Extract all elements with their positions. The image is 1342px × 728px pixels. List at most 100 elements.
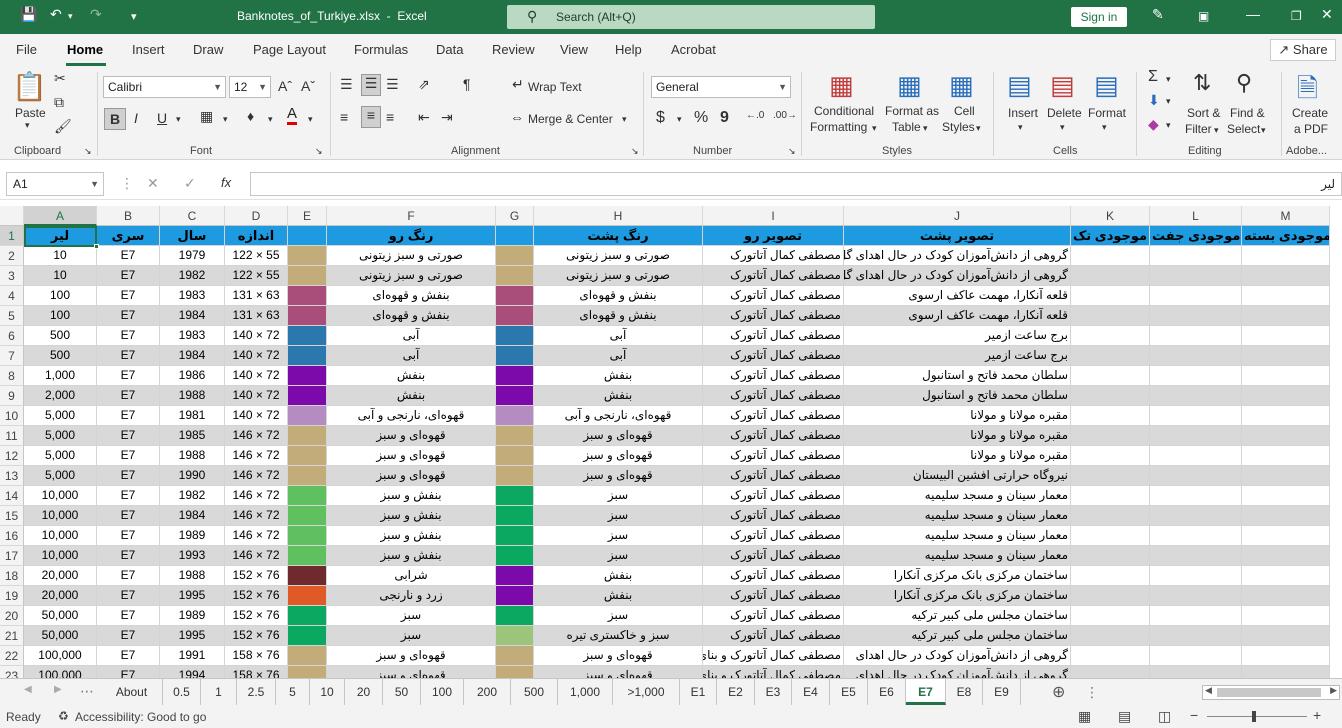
color-swatch-cell[interactable] — [288, 386, 327, 406]
data-cell[interactable]: صورتی و سبز زیتونی — [534, 246, 703, 266]
color-swatch-cell[interactable] — [496, 366, 534, 386]
comma-button[interactable]: 9 — [720, 109, 729, 127]
scroll-left-arrow-icon[interactable]: ◀ — [1205, 685, 1212, 696]
data-cell[interactable]: سبز — [534, 506, 703, 526]
color-swatch-cell[interactable] — [496, 406, 534, 426]
color-swatch-cell[interactable] — [288, 506, 327, 526]
data-cell[interactable] — [1071, 406, 1150, 426]
data-cell[interactable]: 122 × 55 — [225, 266, 288, 286]
data-cell[interactable]: 146 × 72 — [225, 506, 288, 526]
data-cell[interactable]: مقبره مولانا و مولانا — [844, 446, 1071, 466]
fill-color-dropdown-icon[interactable]: ▾ — [268, 114, 273, 125]
wrap-text-button[interactable]: Wrap Text — [528, 80, 582, 94]
data-cell[interactable]: ساختمان مرکزی بانک مرکزی آنکارا — [844, 566, 1071, 586]
data-cell[interactable]: قهوه‌ای، نارنجی و آبی — [327, 406, 496, 426]
data-cell[interactable]: 1991 — [160, 646, 225, 666]
tab-insert[interactable]: Insert — [132, 42, 165, 57]
data-cell[interactable]: مصطفی کمال آتاتورک — [703, 326, 844, 346]
new-sheet-icon[interactable]: ⊕ — [1052, 682, 1065, 702]
data-cell[interactable] — [1150, 406, 1242, 426]
sheet-tab[interactable]: E7 — [906, 679, 946, 705]
format-as-table-label-2[interactable]: Table — [892, 120, 921, 134]
insert-dropdown-icon[interactable]: ▾ — [1018, 122, 1023, 133]
data-cell[interactable]: 1989 — [160, 606, 225, 626]
color-swatch-cell[interactable] — [288, 246, 327, 266]
data-cell[interactable]: 158 × 76 — [225, 646, 288, 666]
data-cell[interactable] — [1242, 606, 1330, 626]
insert-cells-button[interactable]: Insert — [1008, 106, 1038, 120]
data-cell[interactable]: 1995 — [160, 586, 225, 606]
data-cell[interactable]: E7 — [97, 566, 160, 586]
data-cell[interactable]: آبی — [327, 346, 496, 366]
borders-dropdown-icon[interactable]: ▾ — [223, 114, 228, 125]
data-cell[interactable]: ساختمان مجلس ملی کبیر ترکیه — [844, 606, 1071, 626]
data-cell[interactable]: 1990 — [160, 466, 225, 486]
row-header[interactable]: 20 — [0, 606, 24, 626]
data-cell[interactable]: ساختمان مجلس ملی کبیر ترکیه — [844, 626, 1071, 646]
data-cell[interactable] — [1150, 446, 1242, 466]
data-cell[interactable] — [1071, 506, 1150, 526]
normal-view-icon[interactable]: ▦ — [1078, 708, 1091, 725]
data-cell[interactable]: E7 — [97, 426, 160, 446]
data-cell[interactable]: مصطفی کمال آتاتورک — [703, 306, 844, 326]
data-cell[interactable] — [1071, 486, 1150, 506]
align-center-icon[interactable]: ≡ — [361, 106, 381, 128]
sheet-tab[interactable]: 5 — [276, 679, 310, 705]
data-cell[interactable] — [1071, 666, 1150, 678]
data-cell[interactable] — [1150, 266, 1242, 286]
data-cell[interactable] — [1150, 646, 1242, 666]
sheet-tab[interactable]: >1,000 — [613, 679, 680, 705]
row-header[interactable]: 8 — [0, 366, 24, 386]
insert-cells-icon[interactable]: ▤ — [1007, 70, 1032, 101]
decrease-font-icon[interactable]: Aˇ — [301, 78, 315, 94]
row-header[interactable]: 23 — [0, 666, 24, 678]
data-cell[interactable]: 140 × 72 — [225, 346, 288, 366]
data-cell[interactable]: صورتی و سبز زیتونی — [327, 246, 496, 266]
column-header-g[interactable]: G — [496, 206, 534, 226]
orientation-icon[interactable]: ⇗ — [418, 76, 430, 93]
data-cell[interactable]: E7 — [97, 626, 160, 646]
header-cell[interactable]: سال — [160, 226, 225, 246]
sheet-tab[interactable]: 200 — [464, 679, 511, 705]
sheet-tab[interactable]: 50 — [383, 679, 421, 705]
data-cell[interactable]: قهوه‌ای و سبز — [534, 646, 703, 666]
number-format-select[interactable]: General ▼ — [651, 76, 791, 98]
data-cell[interactable]: 146 × 72 — [225, 486, 288, 506]
sort-filter-icon[interactable]: ⇅ — [1193, 70, 1211, 96]
percent-button[interactable]: % — [694, 109, 708, 127]
header-cell[interactable]: رنگ رو — [327, 226, 496, 246]
data-cell[interactable]: E7 — [97, 546, 160, 566]
data-cell[interactable]: 50,000 — [24, 626, 97, 646]
confirm-entry-icon[interactable]: ✓ — [184, 175, 196, 192]
data-cell[interactable]: سبز — [327, 626, 496, 646]
data-cell[interactable]: بنفش و قهوه‌ای — [327, 306, 496, 326]
data-cell[interactable]: معمار سینان و مسجد سلیمیه — [844, 526, 1071, 546]
autosum-icon[interactable]: Σ — [1148, 68, 1158, 86]
color-swatch-cell[interactable] — [288, 626, 327, 646]
data-cell[interactable]: مصطفی کمال آتاتورک — [703, 406, 844, 426]
tab-page-layout[interactable]: Page Layout — [253, 42, 326, 57]
data-cell[interactable]: 1984 — [160, 306, 225, 326]
data-cell[interactable] — [1242, 446, 1330, 466]
header-cell[interactable] — [496, 226, 534, 246]
row-header[interactable]: 10 — [0, 406, 24, 426]
data-cell[interactable]: سلطان محمد فاتح و استانبول — [844, 366, 1071, 386]
sheet-tab[interactable]: 1 — [201, 679, 237, 705]
cell-styles-label-2[interactable]: Styles — [942, 120, 975, 134]
conditional-formatting-label-2[interactable]: Formatting — [810, 120, 867, 134]
paste-dropdown-icon[interactable]: ▾ — [25, 120, 30, 131]
data-cell[interactable] — [1150, 306, 1242, 326]
header-cell[interactable]: رنگ پشت — [534, 226, 703, 246]
header-cell[interactable]: تصویر پشت — [844, 226, 1071, 246]
copy-icon[interactable]: ⧉ — [54, 94, 64, 111]
data-cell[interactable]: صورتی و سبز زیتونی — [327, 266, 496, 286]
data-cell[interactable]: گروهی از دانش‌آموزان کودک در حال اهدای گ… — [844, 246, 1071, 266]
color-swatch-cell[interactable] — [288, 306, 327, 326]
data-cell[interactable]: سبز — [534, 486, 703, 506]
data-cell[interactable] — [1242, 566, 1330, 586]
data-cell[interactable]: 10,000 — [24, 486, 97, 506]
data-cell[interactable]: قلعه آنکارا، مهمت عاکف ارسوی — [844, 286, 1071, 306]
column-header-b[interactable]: B — [97, 206, 160, 226]
format-cells-button[interactable]: Format — [1088, 106, 1126, 120]
data-cell[interactable] — [1071, 566, 1150, 586]
